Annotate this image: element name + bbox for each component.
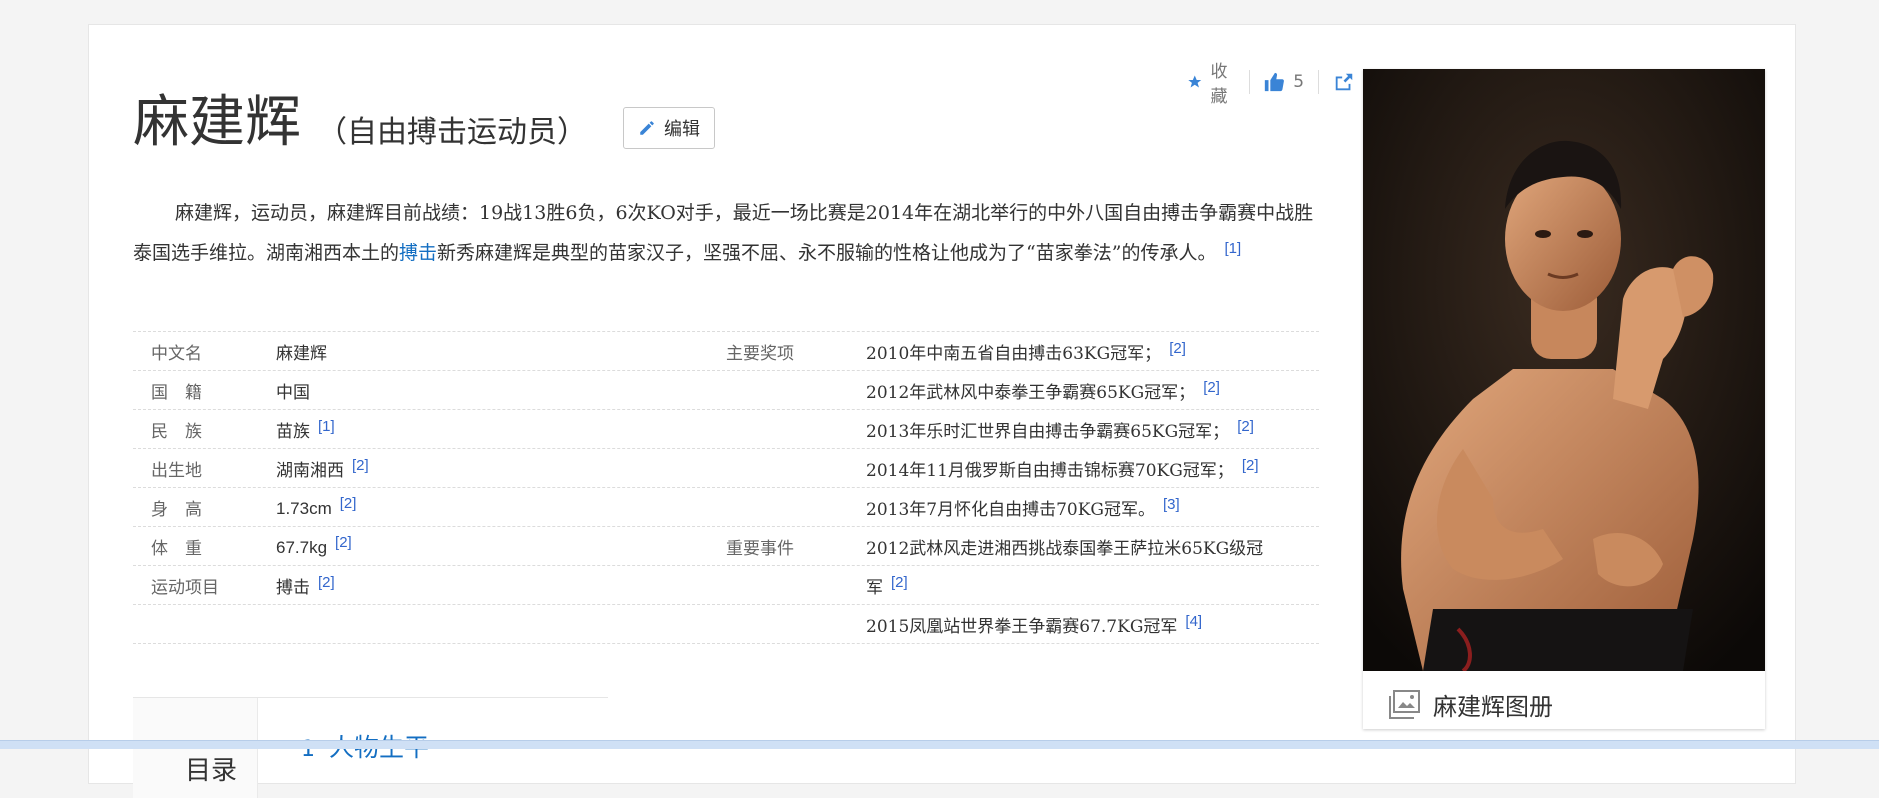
info-row: 出生地 湖南湘西 [2] 2014年11月俄罗斯自由搏击锦标赛70KG冠军； [2] xyxy=(133,449,1319,488)
reference-link[interactable]: [2] xyxy=(340,495,357,512)
info-label: 民 族 xyxy=(151,421,202,442)
title-row: 麻建辉 （自由搏击运动员） 编辑 xyxy=(133,95,715,151)
info-row: 民 族 苗族 [1] 2013年乐时汇世界自由搏击争霸赛65KG冠军； [2] xyxy=(133,410,1319,449)
info-value: 2013年乐时汇世界自由搏击争霸赛65KG冠军； [2] xyxy=(866,417,1254,442)
info-value: 麻建辉 xyxy=(276,343,327,364)
content-card: 收藏 5 0 麻建辉 （自由搏击运动员） 编辑 麻建辉，运动员，麻建辉目前战绩：… xyxy=(88,24,1796,798)
info-label: 主要奖项 xyxy=(726,343,794,364)
boxer-portrait-image xyxy=(1363,69,1765,671)
reference-link[interactable]: [3] xyxy=(1163,496,1180,513)
reference-link[interactable]: [2] xyxy=(1203,379,1220,396)
info-value: 2012年武林风中泰拳王争霸赛65KG冠军； [2] xyxy=(866,378,1220,403)
album-label: 麻建辉图册 xyxy=(1433,693,1553,721)
info-label: 体 重 xyxy=(151,538,202,559)
like-button[interactable]: 5 xyxy=(1249,71,1318,93)
photo-album-link[interactable]: 麻建辉图册 xyxy=(1387,687,1553,722)
image-gallery-icon xyxy=(1389,689,1420,719)
summary-paragraph: 麻建辉，运动员，麻建辉目前战绩：19战13胜6负，6次KO对手，最近一场比赛是2… xyxy=(133,195,1323,271)
star-icon xyxy=(1188,75,1202,88)
reference-link[interactable]: [1] xyxy=(318,418,335,435)
edit-label: 编辑 xyxy=(664,119,700,140)
info-value: 军 [2] xyxy=(866,573,908,598)
reference-link[interactable]: [2] xyxy=(891,574,908,591)
info-row: 中文名 麻建辉 主要奖项 2010年中南五省自由搏击63KG冠军； [2] xyxy=(133,331,1319,371)
reference-link[interactable]: [1] xyxy=(1224,240,1241,257)
info-value: 1.73cm [2] xyxy=(276,495,357,518)
portrait-card: 麻建辉图册 xyxy=(1363,69,1765,729)
basic-info-table: 中文名 麻建辉 主要奖项 2010年中南五省自由搏击63KG冠军； [2] 国 籍… xyxy=(133,331,1319,644)
info-label: 重要事件 xyxy=(726,538,794,559)
summary-link-boxing[interactable]: 搏击 xyxy=(399,242,437,264)
info-value: 67.7kg [2] xyxy=(276,534,352,557)
portrait-photo[interactable] xyxy=(1363,69,1765,671)
reference-link[interactable]: [2] xyxy=(352,457,369,474)
info-value: 中国 xyxy=(276,382,310,403)
reference-link[interactable]: [2] xyxy=(1237,418,1254,435)
favorite-button[interactable]: 收藏 xyxy=(1173,57,1249,107)
info-row: 2015凤凰站世界拳王争霸赛67.7KG冠军 [4] xyxy=(133,605,1319,644)
info-label: 运动项目 xyxy=(151,577,219,598)
favorite-label: 收藏 xyxy=(1210,62,1228,107)
reference-link[interactable]: [2] xyxy=(1242,457,1259,474)
info-row: 运动项目 搏击 [2] 军 [2] xyxy=(133,566,1319,605)
reference-link[interactable]: [2] xyxy=(318,574,335,591)
toolbar: 收藏 5 0 xyxy=(1173,62,1388,107)
pencil-icon xyxy=(640,121,654,135)
reference-link[interactable]: [2] xyxy=(335,534,352,551)
info-label: 出生地 xyxy=(151,460,202,481)
info-value: 湖南湘西 [2] xyxy=(276,456,369,481)
info-label: 身 高 xyxy=(151,499,202,520)
info-label: 国 籍 xyxy=(151,382,202,403)
info-value: 2012武林风走进湘西挑战泰国拳王萨拉米65KG级冠 xyxy=(866,538,1264,559)
info-row: 身 高 1.73cm [2] 2013年7月怀化自由搏击70KG冠军。 [3] xyxy=(133,488,1319,527)
toc-label: 目录 xyxy=(185,756,238,786)
info-value: 2014年11月俄罗斯自由搏击锦标赛70KG冠军； [2] xyxy=(866,456,1259,481)
reference-link[interactable]: [2] xyxy=(1169,340,1186,357)
share-icon xyxy=(1335,73,1353,91)
info-value: 2010年中南五省自由搏击63KG冠军； [2] xyxy=(866,339,1186,364)
page-title: 麻建辉 xyxy=(133,90,301,155)
summary-text: 新秀麻建辉是典型的苗家汉子，坚强不屈、永不服输的性格让他成为了“苗家拳法”的传承… xyxy=(437,242,1217,264)
like-count: 5 xyxy=(1293,72,1305,92)
edit-button[interactable]: 编辑 xyxy=(623,107,715,149)
info-row: 国 籍 中国 2012年武林风中泰拳王争霸赛65KG冠军； [2] xyxy=(133,371,1319,410)
info-value: 苗族 [1] xyxy=(276,417,335,442)
info-label: 中文名 xyxy=(151,343,202,364)
info-value: 2013年7月怀化自由搏击70KG冠军。 [3] xyxy=(866,495,1180,520)
info-value: 2015凤凰站世界拳王争霸赛67.7KG冠军 [4] xyxy=(866,612,1203,637)
info-row: 体 重 67.7kg [2] 重要事件 2012武林风走进湘西挑战泰国拳王萨拉米6… xyxy=(133,527,1319,566)
info-value: 搏击 [2] xyxy=(276,573,335,598)
page-subtitle: （自由搏击运动员） xyxy=(317,115,587,150)
thumbs-up-icon xyxy=(1265,72,1285,92)
reference-link[interactable]: [4] xyxy=(1185,613,1202,630)
